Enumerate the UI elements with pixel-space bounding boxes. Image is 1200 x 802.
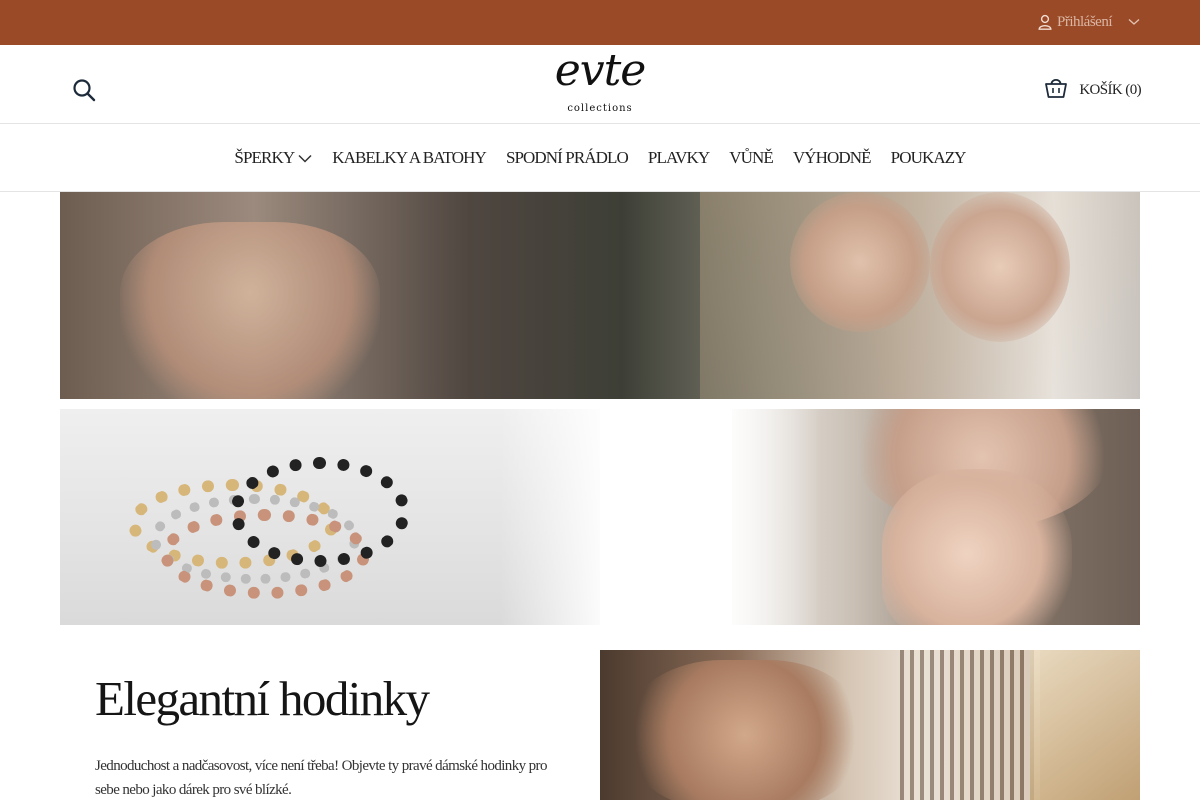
main-nav: ŠPERKY KABELKY A BATOHY SPODNÍ PRÁDLO PL… [0, 124, 1200, 192]
cart-label: KOŠÍK (0) [1079, 82, 1141, 98]
top-bar: Přihlášení [0, 0, 1200, 45]
chevron-down-icon [1128, 18, 1140, 26]
photo-detail [900, 650, 1040, 800]
nav-item-plavky[interactable]: PLAVKY [647, 147, 710, 168]
nav-item-label: VŮNĚ [729, 147, 774, 167]
nav-item-label: SPODNÍ PRÁDLO [505, 147, 629, 167]
logo-script: evte [554, 45, 647, 96]
hero-banner-image[interactable] [60, 192, 1140, 399]
image-fade-overlay [500, 409, 820, 625]
site-header: evte collections KOŠÍK (0) [0, 45, 1200, 124]
photo-detail [930, 192, 1070, 342]
promo-description: Jednoduchost a nadčasovost, více není tř… [95, 758, 547, 798]
nav-item-poukazy[interactable]: POUKAZY [890, 147, 967, 168]
cart-button[interactable]: KOŠÍK (0) [1044, 76, 1142, 105]
photo-detail [230, 457, 410, 567]
image-row [60, 409, 1140, 625]
nav-item-vune[interactable]: VŮNĚ [729, 147, 774, 168]
chevron-down-icon [298, 148, 312, 168]
login-label: Přihlášení [1057, 13, 1113, 30]
user-icon [1037, 14, 1053, 30]
search-icon [72, 79, 96, 106]
login-menu[interactable]: Přihlášení [1037, 11, 1140, 33]
promo-section: Elegantní hodinky Jednoduchost a nadčaso… [60, 650, 1140, 800]
photo-detail [1030, 650, 1140, 800]
nav-item-label: KABELKY A BATOHY [332, 147, 487, 167]
search-button[interactable] [72, 78, 96, 107]
photo-detail [790, 192, 930, 332]
nav-item-kabelky-a-batohy[interactable]: KABELKY A BATOHY [332, 147, 487, 168]
nav-item-label: VÝHODNĚ [792, 147, 872, 167]
nav-item-label: ŠPERKY [234, 147, 295, 167]
nav-item-vyhodne[interactable]: VÝHODNĚ [792, 147, 872, 168]
watch-promo-image[interactable] [600, 650, 1140, 800]
photo-detail [882, 469, 1072, 625]
promo-headline: Elegantní hodinky [95, 671, 430, 726]
site-logo[interactable]: evte collections [552, 45, 648, 117]
nav-item-sperky[interactable]: ŠPERKY [234, 148, 312, 168]
nav-item-label: POUKAZY [890, 147, 967, 167]
shopping-basket-icon [1044, 76, 1068, 105]
photo-detail [120, 222, 380, 399]
nav-item-label: PLAVKY [647, 147, 710, 167]
photo-detail [630, 660, 860, 800]
logo-subtitle: collections [567, 103, 633, 114]
nav-item-spodni-pradlo[interactable]: SPODNÍ PRÁDLO [505, 147, 629, 168]
